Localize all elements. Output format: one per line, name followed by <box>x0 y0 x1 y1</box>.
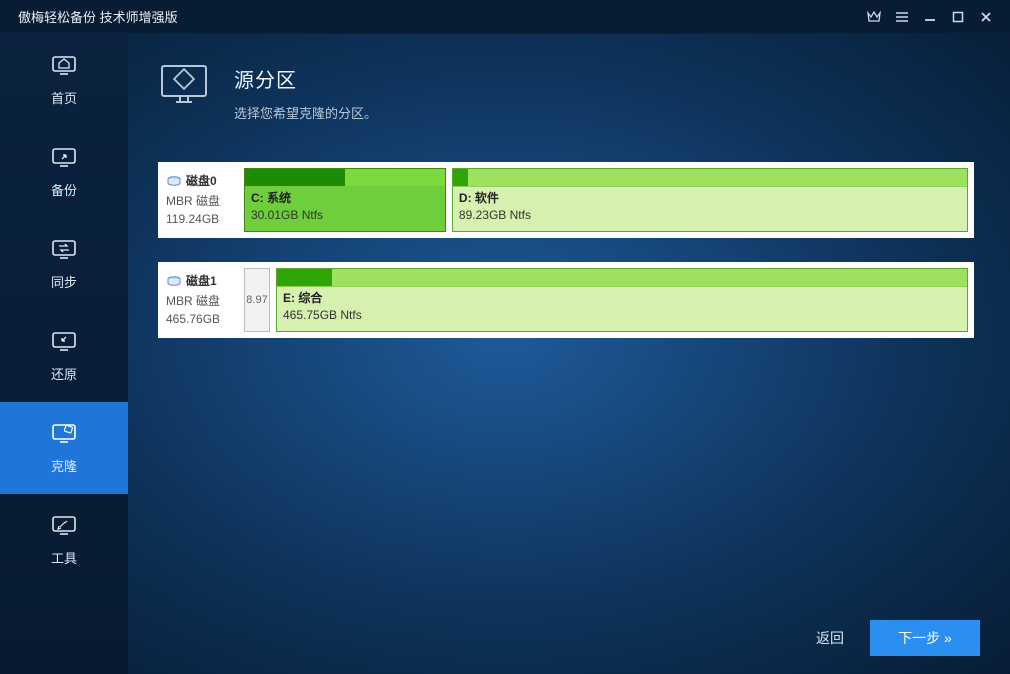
sync-icon <box>50 238 78 262</box>
back-button[interactable]: 返回 <box>816 628 844 648</box>
disk-meta: 磁盘1 MBR 磁盘 465.76GB <box>164 268 244 332</box>
nav-label: 克隆 <box>51 456 77 475</box>
partition-info: 465.75GB Ntfs <box>283 307 961 324</box>
nav-backup[interactable]: 备份 <box>0 126 128 218</box>
nav-label: 还原 <box>51 364 77 383</box>
nav-restore[interactable]: 还原 <box>0 310 128 402</box>
maximize-button[interactable] <box>944 3 972 31</box>
restore-icon <box>50 330 78 354</box>
disk-panel: 磁盘0 MBR 磁盘 119.24GB C: 系统 30.01GB Ntfs D… <box>158 162 974 238</box>
backup-icon <box>50 146 78 170</box>
titlebar: 傲梅轻松备份 技术师增强版 <box>0 0 1010 34</box>
disk-size: 465.76GB <box>166 310 240 328</box>
clone-icon <box>50 422 78 446</box>
partition-c[interactable]: C: 系统 30.01GB Ntfs <box>244 168 446 232</box>
disk-type: MBR 磁盘 <box>166 192 240 210</box>
hdd-icon <box>166 175 182 187</box>
partition-label: E: 综合 <box>283 290 961 307</box>
nav-tools[interactable]: 工具 <box>0 494 128 586</box>
partition-info: 30.01GB Ntfs <box>251 207 439 224</box>
next-button[interactable]: 下一步 » <box>870 620 980 656</box>
minimize-button[interactable] <box>916 3 944 31</box>
menu-icon[interactable] <box>888 3 916 31</box>
page-title: 源分区 <box>234 64 377 93</box>
partition-d[interactable]: D: 软件 89.23GB Ntfs <box>452 168 968 232</box>
page-subtitle: 选择您希望克隆的分区。 <box>234 103 377 122</box>
close-button[interactable] <box>972 3 1000 31</box>
partition-info: 89.23GB Ntfs <box>459 207 961 224</box>
partition-track: C: 系统 30.01GB Ntfs D: 软件 89.23GB Ntfs <box>244 168 968 232</box>
hdd-icon <box>166 275 182 287</box>
disk-meta: 磁盘0 MBR 磁盘 119.24GB <box>164 168 244 232</box>
partition-e[interactable]: E: 综合 465.75GB Ntfs <box>276 268 968 332</box>
partition-label: D: 软件 <box>459 190 961 207</box>
page-header: 源分区 选择您希望克隆的分区。 <box>158 62 974 122</box>
tools-icon <box>50 514 78 538</box>
partition-unallocated[interactable]: 8.97 <box>244 268 270 332</box>
main-content: 源分区 选择您希望克隆的分区。 磁盘0 MBR 磁盘 119.24GB C: 系… <box>128 34 1010 674</box>
home-icon <box>50 54 78 78</box>
app-title: 傲梅轻松备份 技术师增强版 <box>18 7 178 26</box>
nav-home[interactable]: 首页 <box>0 34 128 126</box>
disk-name: 磁盘0 <box>186 172 217 190</box>
monitor-partition-icon <box>158 62 210 110</box>
disk-type: MBR 磁盘 <box>166 292 240 310</box>
disk-name: 磁盘1 <box>186 272 217 290</box>
sidebar: 首页 备份 同步 还原 克隆 工具 <box>0 34 128 674</box>
nav-label: 同步 <box>51 272 77 291</box>
nav-label: 备份 <box>51 180 77 199</box>
partition-label: C: 系统 <box>251 190 439 207</box>
partition-track: 8.97 E: 综合 465.75GB Ntfs <box>244 268 968 332</box>
wizard-footer: 返回 下一步 » <box>128 602 1010 674</box>
disk-size: 119.24GB <box>166 210 240 228</box>
crown-icon[interactable] <box>860 3 888 31</box>
nav-clone[interactable]: 克隆 <box>0 402 128 494</box>
disk-panel: 磁盘1 MBR 磁盘 465.76GB 8.97 E: 综合 465.75GB … <box>158 262 974 338</box>
partition-small-label: 8.97 <box>246 294 267 306</box>
nav-label: 首页 <box>51 88 77 107</box>
nav-label: 工具 <box>51 548 77 567</box>
nav-sync[interactable]: 同步 <box>0 218 128 310</box>
